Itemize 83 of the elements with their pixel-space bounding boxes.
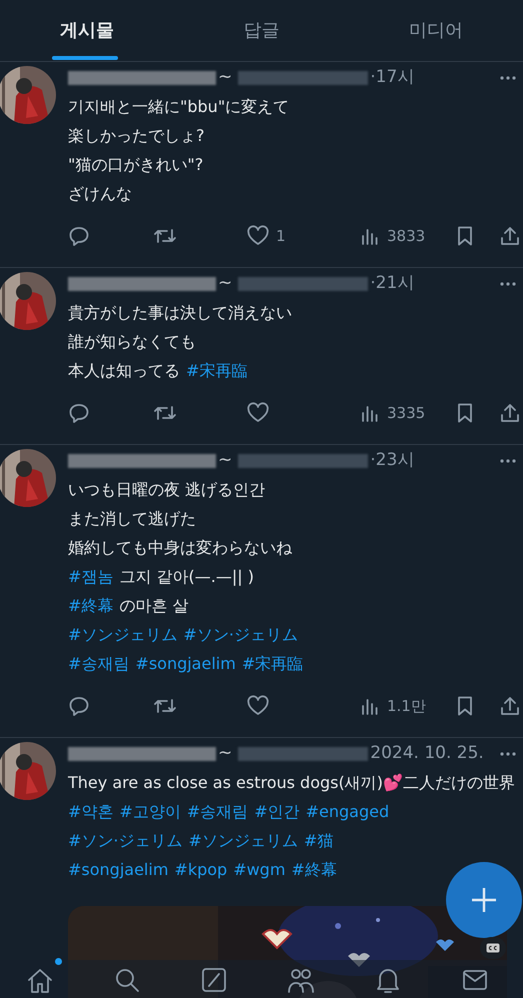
post-text: They are as close as estrous dogs(새끼)💕二人だけの世界 [68, 772, 515, 794]
like-button[interactable] [246, 402, 270, 424]
views-button[interactable]: 3335 [361, 402, 441, 424]
avatar [0, 449, 56, 507]
hashtag-link[interactable]: #약혼 [68, 797, 114, 826]
hashtag-link[interactable]: #kpop [174, 855, 228, 884]
nav-button[interactable] [26, 958, 62, 994]
timestamp: 2024. 10. 25. [370, 742, 484, 766]
tab[interactable]: 미디어 [348, 0, 523, 61]
bar-chart-icon [361, 696, 379, 716]
like-button[interactable] [246, 695, 270, 717]
hashtag-link[interactable]: #wgm [233, 855, 286, 884]
captions-icon [486, 943, 500, 953]
post-text: の마흔 살 [119, 595, 188, 617]
post-text: 本人は知ってる [68, 360, 180, 382]
view-count: 3833 [387, 226, 426, 247]
share-icon[interactable] [499, 402, 521, 424]
post-text: 貴方がした事は決して消えない [68, 302, 292, 324]
post-text: 그지 같아(—.—|| ) [119, 566, 254, 588]
bar-chart-icon [361, 403, 379, 423]
view-count: 3335 [387, 402, 426, 424]
avatar [0, 272, 56, 330]
like-button[interactable]: 1 [246, 224, 286, 248]
hashtag-link[interactable]: #ソン·ジェリム [183, 620, 298, 649]
post-text: 婚約しても中身は変わらないね [68, 537, 292, 559]
share-icon[interactable] [499, 695, 521, 717]
hashtag-link[interactable]: #宋再臨 [242, 649, 304, 678]
hashtag-link[interactable]: #終幕 [291, 855, 337, 884]
hashtag-link[interactable]: #송재림 [68, 649, 130, 678]
hashtag-link[interactable]: #ソン·ジェリム [68, 826, 182, 855]
hashtag-link[interactable]: #잼놈 [68, 562, 114, 591]
avatar [0, 742, 56, 800]
name-suffix: ~ [218, 66, 232, 90]
people-icon [287, 966, 316, 994]
hashtag-link[interactable]: #고양이 [119, 797, 181, 826]
tab[interactable]: 게시물 [0, 0, 174, 61]
post-text: 楽しかったでしょ? [68, 125, 204, 147]
post-text: 기지배と一緒に"bbu"に変えて [68, 96, 290, 118]
more-icon[interactable] [499, 458, 517, 464]
views-button[interactable]: 3833 [361, 224, 441, 248]
more-icon[interactable] [499, 751, 517, 757]
hashtag-link[interactable]: #songjaelim [68, 855, 168, 884]
bar-chart-icon [361, 226, 379, 246]
hashtag-link[interactable]: #宋再臨 [186, 356, 248, 385]
name-suffix: ~ [218, 449, 232, 472]
like-count: 1 [276, 226, 286, 247]
plus-icon [471, 887, 497, 913]
reply-icon[interactable] [68, 695, 90, 717]
post-text: ざけんな [68, 183, 132, 205]
bookmark-icon[interactable] [455, 225, 475, 247]
heart-icon [246, 402, 270, 424]
bookmark-icon[interactable] [455, 695, 475, 717]
timestamp: ·23시 [370, 449, 414, 472]
compose-icon [200, 966, 228, 994]
hashtag-link[interactable]: #인간 [254, 797, 300, 826]
post-text: いつも日曜の夜 逃げる인간 [68, 479, 266, 501]
reply-icon[interactable] [68, 402, 90, 424]
heart-icon [246, 695, 270, 717]
views-button[interactable]: 1.1만 [361, 694, 441, 718]
heart-icon [246, 225, 270, 247]
share-icon[interactable] [499, 225, 521, 247]
avatar [0, 66, 56, 124]
hashtag-link[interactable]: #猫 [304, 826, 334, 855]
more-icon[interactable] [499, 75, 517, 81]
post-text: "猫の口がきれい"? [68, 154, 204, 176]
tab[interactable]: 답글 [174, 0, 349, 61]
timestamp: ·17시 [370, 66, 414, 90]
post-text: また消して逃げた [68, 508, 196, 530]
hashtag-link[interactable]: #ソンジェリム [68, 620, 178, 649]
reply-icon[interactable] [68, 225, 90, 247]
hashtag-link[interactable]: #ソンジェリム [188, 826, 298, 855]
view-count: 1.1만 [387, 696, 426, 717]
timestamp: ·21시 [370, 272, 414, 296]
name-suffix: ~ [218, 742, 232, 766]
hashtag-link[interactable]: #songjaelim [135, 649, 236, 678]
more-icon[interactable] [499, 281, 517, 287]
hashtag-link[interactable]: #終幕 [68, 591, 114, 620]
home-icon [26, 966, 54, 994]
bookmark-icon[interactable] [455, 402, 475, 424]
post-text: 誰が知らなくても [68, 331, 196, 353]
hashtag-link[interactable]: #송재림 [186, 797, 248, 826]
hashtag-link[interactable]: #engaged [306, 797, 390, 826]
name-suffix: ~ [218, 272, 232, 296]
